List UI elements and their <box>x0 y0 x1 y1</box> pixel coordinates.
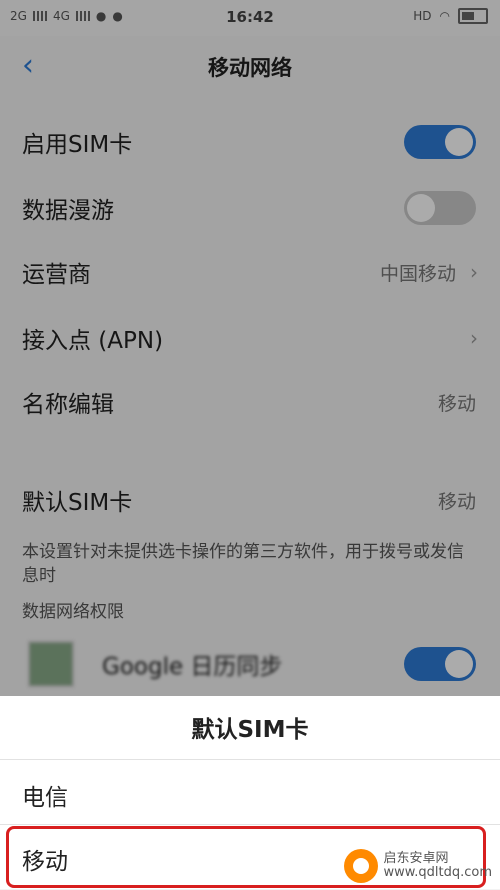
option-label: 电信 <box>22 785 68 811</box>
sim-select-sheet: 默认SIM卡 电信 移动 启东安卓网 www.qdltdq.com <box>0 696 500 889</box>
divider <box>0 824 500 825</box>
watermark: 启东安卓网 www.qdltdq.com <box>343 849 492 883</box>
sheet-title: 默认SIM卡 <box>191 717 309 743</box>
option-telecom[interactable]: 电信 <box>0 762 500 826</box>
modal-overlay[interactable] <box>0 0 500 696</box>
divider <box>0 759 500 760</box>
watermark-line1: 启东安卓网 <box>383 851 449 866</box>
watermark-text: 启东安卓网 www.qdltdq.com <box>384 852 492 880</box>
watermark-line2: www.qdltdq.com <box>383 865 492 880</box>
watermark-logo-icon <box>343 849 378 883</box>
